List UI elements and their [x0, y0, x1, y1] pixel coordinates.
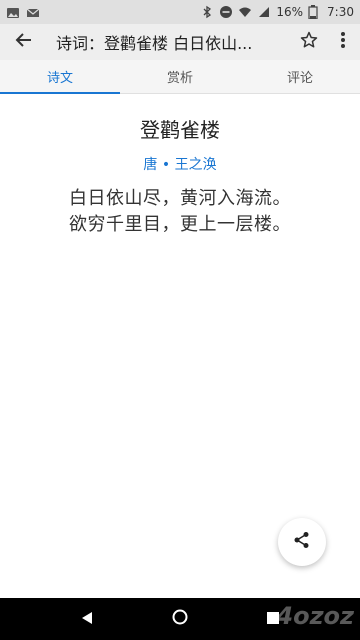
more-vert-icon [340, 31, 346, 53]
tab-bar: 诗文 赏析 评论 [0, 60, 360, 94]
page-title: 诗词：登鹳雀楼 白日依山... [56, 34, 253, 53]
tab-poem-text[interactable]: 诗文 [0, 60, 120, 94]
battery-percent: 16% [276, 5, 304, 19]
poem-line: 白日依山尽，黄河入海流。 [69, 188, 291, 209]
back-triangle-icon [80, 610, 94, 629]
gmail-icon [26, 5, 40, 19]
clock: 7:30 [327, 5, 354, 19]
status-bar: 16% 7:30 [0, 0, 360, 24]
more-options-button[interactable] [326, 24, 360, 60]
signal-icon [257, 5, 271, 19]
status-right-icons: 16% 7:30 [200, 5, 354, 20]
tab-appreciation[interactable]: 赏析 [120, 60, 240, 93]
dnd-icon [219, 5, 233, 19]
watermark-logo: 4ozoz [276, 602, 354, 630]
share-icon [293, 531, 311, 553]
status-left-icons [6, 5, 40, 19]
image-icon [6, 5, 20, 19]
nav-home-button[interactable] [164, 603, 196, 635]
poem-title: 登鹳雀楼 [140, 118, 220, 142]
bluetooth-icon [200, 5, 214, 19]
poem-content: 登鹳雀楼 唐 • 王之涣 白日依山尽，黄河入海流。 欲穷千里目，更上一层楼。 [0, 94, 360, 598]
nav-back-button[interactable] [71, 603, 103, 635]
poem-author-link[interactable]: 唐 • 王之涣 [0, 154, 360, 174]
poem-line: 欲穷千里目，更上一层楼。 [69, 214, 291, 235]
back-arrow-icon [15, 31, 33, 53]
tab-comments[interactable]: 评论 [240, 60, 360, 93]
home-circle-icon [172, 609, 188, 629]
back-button[interactable] [0, 24, 48, 60]
wifi-icon [238, 5, 252, 19]
favorite-button[interactable] [292, 24, 326, 60]
star-outline-icon [300, 31, 318, 53]
app-bar: 诗词：登鹳雀楼 白日依山... [0, 24, 360, 60]
share-button[interactable] [278, 518, 326, 566]
battery-icon [308, 5, 322, 20]
